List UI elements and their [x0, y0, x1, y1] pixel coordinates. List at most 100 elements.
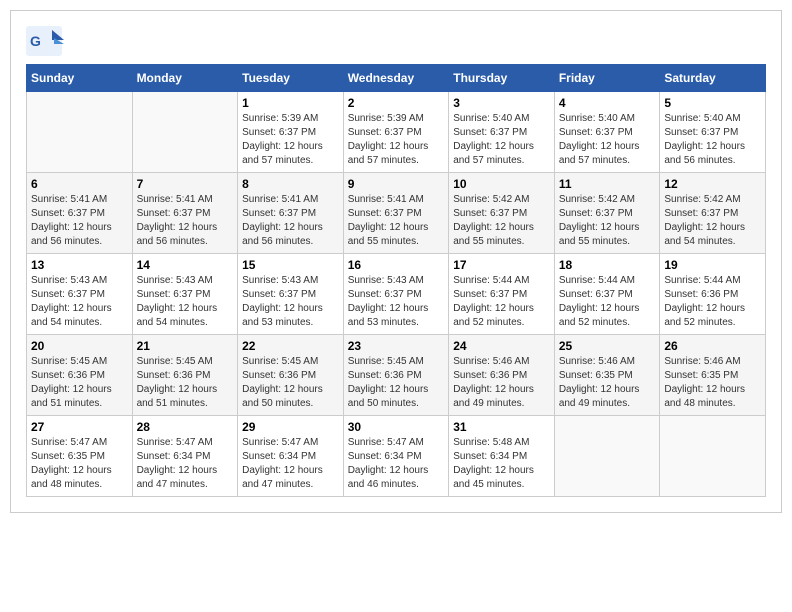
- day-number: 12: [664, 177, 761, 191]
- day-info: Sunrise: 5:46 AMSunset: 6:35 PMDaylight:…: [664, 355, 761, 411]
- day-info: Sunrise: 5:44 AMSunset: 6:37 PMDaylight:…: [559, 274, 656, 330]
- day-header-saturday: Saturday: [660, 65, 766, 92]
- calendar-cell: 11 Sunrise: 5:42 AMSunset: 6:37 PMDayligh…: [554, 173, 660, 254]
- calendar-cell: 13Sunrise: 5:43 AMSunset: 6:37 PMDayligh…: [27, 254, 133, 335]
- calendar-cell: 16 Sunrise: 5:43 AMSunset: 6:37 PMDayligh…: [343, 254, 449, 335]
- day-header-thursday: Thursday: [449, 65, 555, 92]
- day-number: 31: [453, 420, 550, 434]
- calendar-cell: 6 Sunrise: 5:41 AMSunset: 6:37 PMDaylight…: [27, 173, 133, 254]
- day-number: 8: [242, 177, 339, 191]
- calendar-cell: [554, 416, 660, 497]
- calendar-cell: 3 Sunrise: 5:40 AMSunset: 6:37 PMDaylight…: [449, 92, 555, 173]
- day-info: Sunrise: 5:41 AMSunset: 6:37 PMDaylight:…: [348, 193, 445, 249]
- day-info: Sunrise: 5:47 AMSunset: 6:34 PMDaylight:…: [137, 436, 234, 492]
- day-number: 4: [559, 96, 656, 110]
- day-info: Sunrise: 5:43 AMSunset: 6:37 PMDaylight:…: [31, 274, 128, 330]
- page: G SundayMondayTuesdayWednesdayThursdayFr…: [10, 10, 782, 513]
- calendar-cell: 27 Sunrise: 5:47 AMSunset: 6:35 PMDayligh…: [27, 416, 133, 497]
- day-info: Sunrise: 5:44 AMSunset: 6:36 PMDaylight:…: [664, 274, 761, 330]
- calendar-cell: 25Sunrise: 5:46 AMSunset: 6:35 PMDayligh…: [554, 335, 660, 416]
- day-number: 17: [453, 258, 550, 272]
- day-info: Sunrise: 5:42 AMSunset: 6:37 PMDaylight:…: [453, 193, 550, 249]
- day-header-wednesday: Wednesday: [343, 65, 449, 92]
- day-header-tuesday: Tuesday: [238, 65, 344, 92]
- calendar-body: 1 Sunrise: 5:39 AMSunset: 6:37 PMDaylight…: [27, 92, 766, 497]
- day-number: 5: [664, 96, 761, 110]
- calendar-cell: 15 Sunrise: 5:43 AMSunset: 6:37 PMDayligh…: [238, 254, 344, 335]
- day-number: 9: [348, 177, 445, 191]
- calendar-cell: 21 Sunrise: 5:45 AMSunset: 6:36 PMDayligh…: [132, 335, 238, 416]
- day-info: Sunrise: 5:47 AMSunset: 6:34 PMDaylight:…: [242, 436, 339, 492]
- day-number: 24: [453, 339, 550, 353]
- day-info: Sunrise: 5:45 AMSunset: 6:36 PMDaylight:…: [348, 355, 445, 411]
- calendar-cell: 26Sunrise: 5:46 AMSunset: 6:35 PMDayligh…: [660, 335, 766, 416]
- day-number: 21: [137, 339, 234, 353]
- day-number: 7: [137, 177, 234, 191]
- day-header-friday: Friday: [554, 65, 660, 92]
- day-info: Sunrise: 5:41 AMSunset: 6:37 PMDaylight:…: [242, 193, 339, 249]
- day-number: 14: [137, 258, 234, 272]
- day-info: Sunrise: 5:44 AMSunset: 6:37 PMDaylight:…: [453, 274, 550, 330]
- day-info: Sunrise: 5:43 AMSunset: 6:37 PMDaylight:…: [137, 274, 234, 330]
- day-number: 16: [348, 258, 445, 272]
- day-info: Sunrise: 5:40 AMSunset: 6:37 PMDaylight:…: [664, 112, 761, 168]
- day-info: Sunrise: 5:47 AMSunset: 6:35 PMDaylight:…: [31, 436, 128, 492]
- day-info: Sunrise: 5:39 AMSunset: 6:37 PMDaylight:…: [242, 112, 339, 168]
- calendar-cell: 22 Sunrise: 5:45 AMSunset: 6:36 PMDayligh…: [238, 335, 344, 416]
- day-info: Sunrise: 5:40 AMSunset: 6:37 PMDaylight:…: [559, 112, 656, 168]
- calendar-cell: 1 Sunrise: 5:39 AMSunset: 6:37 PMDaylight…: [238, 92, 344, 173]
- calendar-cell: 24 Sunrise: 5:46 AMSunset: 6:36 PMDayligh…: [449, 335, 555, 416]
- calendar-cell: [660, 416, 766, 497]
- day-info: Sunrise: 5:40 AMSunset: 6:37 PMDaylight:…: [453, 112, 550, 168]
- day-info: Sunrise: 5:45 AMSunset: 6:36 PMDaylight:…: [137, 355, 234, 411]
- calendar-cell: 8 Sunrise: 5:41 AMSunset: 6:37 PMDaylight…: [238, 173, 344, 254]
- calendar-cell: 30 Sunrise: 5:47 AMSunset: 6:34 PMDayligh…: [343, 416, 449, 497]
- day-info: Sunrise: 5:46 AMSunset: 6:36 PMDaylight:…: [453, 355, 550, 411]
- day-number: 15: [242, 258, 339, 272]
- calendar-week-2: 6 Sunrise: 5:41 AMSunset: 6:37 PMDaylight…: [27, 173, 766, 254]
- calendar-cell: 17 Sunrise: 5:44 AMSunset: 6:37 PMDayligh…: [449, 254, 555, 335]
- calendar-cell: [132, 92, 238, 173]
- day-info: Sunrise: 5:41 AMSunset: 6:37 PMDaylight:…: [137, 193, 234, 249]
- header: G: [26, 26, 766, 54]
- calendar-cell: 5 Sunrise: 5:40 AMSunset: 6:37 PMDaylight…: [660, 92, 766, 173]
- calendar-week-1: 1 Sunrise: 5:39 AMSunset: 6:37 PMDaylight…: [27, 92, 766, 173]
- day-number: 1: [242, 96, 339, 110]
- day-info: Sunrise: 5:43 AMSunset: 6:37 PMDaylight:…: [348, 274, 445, 330]
- calendar-week-3: 13Sunrise: 5:43 AMSunset: 6:37 PMDayligh…: [27, 254, 766, 335]
- day-info: Sunrise: 5:47 AMSunset: 6:34 PMDaylight:…: [348, 436, 445, 492]
- day-info: Sunrise: 5:45 AMSunset: 6:36 PMDaylight:…: [242, 355, 339, 411]
- day-info: Sunrise: 5:42 AMSunset: 6:37 PMDaylight:…: [664, 193, 761, 249]
- calendar-cell: 20Sunrise: 5:45 AMSunset: 6:36 PMDayligh…: [27, 335, 133, 416]
- day-info: Sunrise: 5:42 AMSunset: 6:37 PMDaylight:…: [559, 193, 656, 249]
- day-header-monday: Monday: [132, 65, 238, 92]
- calendar-cell: 4 Sunrise: 5:40 AMSunset: 6:37 PMDaylight…: [554, 92, 660, 173]
- calendar-cell: 23 Sunrise: 5:45 AMSunset: 6:36 PMDayligh…: [343, 335, 449, 416]
- day-number: 29: [242, 420, 339, 434]
- calendar-cell: 14 Sunrise: 5:43 AMSunset: 6:37 PMDayligh…: [132, 254, 238, 335]
- logo-icon: G: [26, 26, 58, 54]
- day-header-sunday: Sunday: [27, 65, 133, 92]
- day-number: 27: [31, 420, 128, 434]
- calendar-cell: 28 Sunrise: 5:47 AMSunset: 6:34 PMDayligh…: [132, 416, 238, 497]
- day-number: 11: [559, 177, 656, 191]
- calendar-header-row: SundayMondayTuesdayWednesdayThursdayFrid…: [27, 65, 766, 92]
- calendar-cell: 31 Sunrise: 5:48 AMSunset: 6:34 PMDayligh…: [449, 416, 555, 497]
- day-number: 20: [31, 339, 128, 353]
- calendar-cell: 12 Sunrise: 5:42 AMSunset: 6:37 PMDayligh…: [660, 173, 766, 254]
- calendar-week-5: 27 Sunrise: 5:47 AMSunset: 6:35 PMDayligh…: [27, 416, 766, 497]
- day-number: 18: [559, 258, 656, 272]
- day-number: 25: [559, 339, 656, 353]
- day-number: 19: [664, 258, 761, 272]
- day-info: Sunrise: 5:43 AMSunset: 6:37 PMDaylight:…: [242, 274, 339, 330]
- day-number: 3: [453, 96, 550, 110]
- day-info: Sunrise: 5:48 AMSunset: 6:34 PMDaylight:…: [453, 436, 550, 492]
- day-number: 6: [31, 177, 128, 191]
- day-info: Sunrise: 5:41 AMSunset: 6:37 PMDaylight:…: [31, 193, 128, 249]
- day-number: 30: [348, 420, 445, 434]
- day-number: 22: [242, 339, 339, 353]
- calendar-cell: 18 Sunrise: 5:44 AMSunset: 6:37 PMDayligh…: [554, 254, 660, 335]
- day-number: 23: [348, 339, 445, 353]
- day-number: 2: [348, 96, 445, 110]
- day-number: 28: [137, 420, 234, 434]
